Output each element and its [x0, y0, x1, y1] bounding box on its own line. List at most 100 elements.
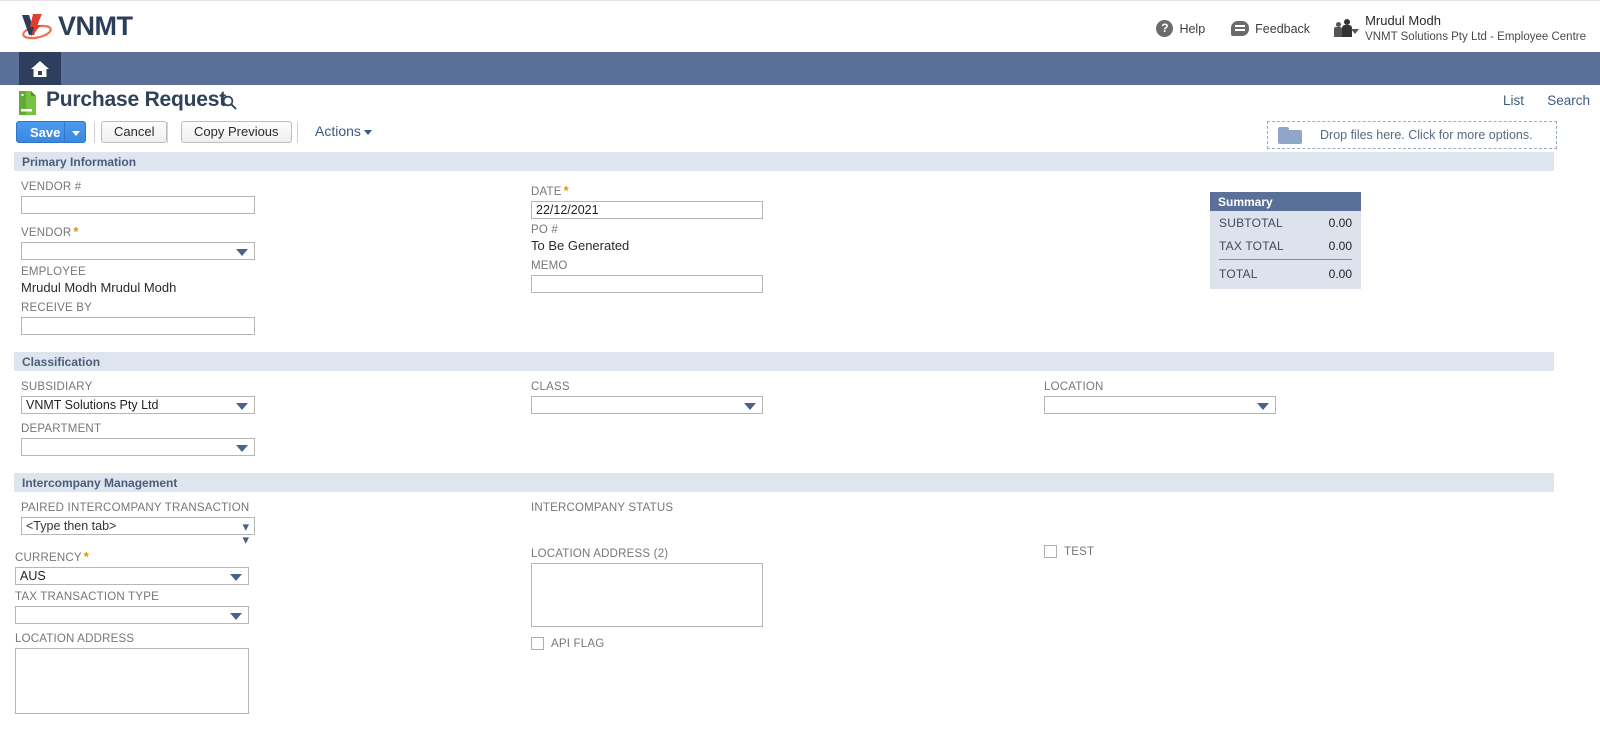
field-subsidiary: SUBSIDIARY VNMT Solutions Pty Ltd: [21, 381, 255, 414]
help-button[interactable]: ? Help: [1156, 20, 1206, 38]
subsidiary-select[interactable]: VNMT Solutions Pty Ltd: [21, 396, 255, 414]
user-menu[interactable]: Mrudul Modh VNMT Solutions Pty Ltd - Emp…: [1334, 12, 1586, 45]
test-checkbox-row[interactable]: TEST: [1044, 545, 1094, 558]
section-title: Intercompany Management: [22, 475, 178, 490]
subsidiary-label: SUBSIDIARY: [21, 381, 93, 393]
home-icon: [31, 60, 49, 77]
vnmt-logo-icon: [20, 11, 54, 41]
location-address-label: LOCATION ADDRESS: [15, 633, 135, 645]
app-logo-text: VNMT: [58, 11, 133, 41]
tax-total-label: TAX TOTAL: [1219, 239, 1284, 253]
copy-previous-button[interactable]: Copy Previous: [181, 121, 292, 143]
location-select[interactable]: [1044, 396, 1276, 414]
magnifier-icon[interactable]: [222, 95, 237, 110]
chevron-down-icon: [363, 129, 372, 135]
field-tax-transaction-type: TAX TRANSACTION TYPE: [15, 591, 249, 624]
vendor-label: VENDOR *: [21, 224, 255, 239]
api-flag-checkbox-row[interactable]: API FLAG: [531, 637, 604, 650]
vendor-select[interactable]: [21, 242, 255, 260]
cancel-button[interactable]: Cancel: [101, 121, 168, 143]
document-icon: [16, 90, 38, 116]
feedback-label: Feedback: [1255, 21, 1311, 36]
receive-by-label: RECEIVE BY: [21, 302, 93, 314]
class-label: CLASS: [531, 381, 570, 393]
receive-by-input[interactable]: [21, 317, 255, 335]
app-logo[interactable]: VNMT: [20, 11, 133, 41]
page-title: Purchase Request: [46, 88, 227, 111]
summary-row-total: TOTAL 0.00: [1210, 260, 1361, 289]
folder-icon: [1278, 126, 1302, 144]
field-location: LOCATION: [1044, 381, 1276, 414]
page-title-row: Purchase Request List Search: [0, 85, 1600, 121]
department-select[interactable]: [21, 438, 255, 456]
nav-home-tab[interactable]: [19, 52, 61, 85]
chevron-down-icon: [744, 403, 756, 410]
chevron-down-icon: [236, 249, 248, 256]
currency-label-text: CURRENCY: [15, 552, 82, 564]
memo-input[interactable]: [531, 275, 763, 293]
chevron-down-icon: [230, 613, 242, 620]
memo-label: MEMO: [531, 260, 568, 272]
feedback-button[interactable]: Feedback: [1231, 21, 1311, 37]
test-checkbox[interactable]: [1044, 545, 1057, 558]
dropzone-text: Drop files here. Click for more options.: [1320, 128, 1533, 142]
user-name: Mrudul Modh: [1365, 13, 1441, 28]
search-link[interactable]: Search: [1547, 93, 1590, 108]
top-header-bar: VNMT ? Help Feedback Mrudul Modh VNMT So…: [0, 0, 1600, 52]
user-role: VNMT Solutions Pty Ltd - Employee Centre: [1365, 30, 1586, 43]
field-paired-intercompany-transaction: PAIRED INTERCOMPANY TRANSACTION <Type th…: [21, 502, 255, 546]
field-employee: EMPLOYEE Mrudul Modh Mrudul Modh: [21, 266, 176, 295]
summary-row-subtotal: SUBTOTAL 0.00: [1210, 211, 1361, 234]
field-department: DEPARTMENT: [21, 423, 255, 456]
file-dropzone[interactable]: Drop files here. Click for more options.: [1267, 121, 1557, 149]
chevron-down-icon: [1257, 403, 1269, 410]
total-label: TOTAL: [1219, 267, 1258, 281]
api-flag-checkbox[interactable]: [531, 637, 544, 650]
section-header-intercompany-management: Intercompany Management: [14, 473, 1554, 492]
employee-label: EMPLOYEE: [21, 266, 86, 278]
location-address-2-textarea[interactable]: [531, 563, 763, 627]
field-currency: CURRENCY * AUS: [15, 549, 249, 585]
help-icon: ?: [1156, 20, 1174, 38]
currency-select-value: AUS: [20, 569, 46, 583]
field-po-number: PO # To Be Generated: [531, 224, 629, 253]
header-right-group: ? Help Feedback Mrudul Modh VNMT Solutio…: [1130, 12, 1586, 45]
location-address-textarea[interactable]: [15, 648, 249, 714]
test-label: TEST: [1064, 545, 1095, 558]
field-date: DATE * 22/12/2021: [531, 183, 763, 219]
api-flag-label: API FLAG: [551, 637, 605, 650]
users-icon: [1334, 19, 1360, 38]
intercompany-status-label: INTERCOMPANY STATUS: [531, 502, 674, 514]
date-input[interactable]: 22/12/2021: [531, 201, 763, 219]
field-vendor: VENDOR *: [21, 224, 255, 260]
main-nav-bar: [0, 52, 1600, 85]
tax-transaction-type-select[interactable]: [15, 606, 249, 624]
vendor-label-text: VENDOR: [21, 227, 72, 239]
po-number-value: To Be Generated: [531, 238, 630, 253]
chat-bubble-icon: [1231, 21, 1250, 37]
help-label: Help: [1179, 21, 1206, 36]
subsidiary-select-value: VNMT Solutions Pty Ltd: [26, 398, 159, 412]
section-title: Primary Information: [22, 154, 137, 169]
chevron-down-icon: [236, 403, 248, 410]
location-label: LOCATION: [1044, 381, 1104, 393]
chevron-down-icon: [230, 574, 242, 581]
location-address-2-label: LOCATION ADDRESS (2): [531, 548, 669, 560]
required-asterisk: *: [83, 549, 90, 564]
save-dropdown-button[interactable]: [64, 121, 86, 143]
paired-transaction-label: PAIRED INTERCOMPANY TRANSACTION: [21, 502, 250, 514]
chevron-down-icon: [1351, 29, 1360, 35]
currency-select[interactable]: AUS: [15, 567, 249, 585]
required-asterisk: *: [73, 224, 79, 239]
tax-total-value: 0.00: [1328, 239, 1352, 253]
subtotal-value: 0.00: [1328, 216, 1352, 230]
paired-transaction-select[interactable]: <Type then tab> ▾ ▾: [21, 517, 255, 546]
actions-menu[interactable]: Actions: [315, 123, 372, 139]
required-asterisk: *: [563, 183, 569, 198]
list-link[interactable]: List: [1503, 93, 1524, 108]
actions-label: Actions: [315, 123, 361, 139]
vendor-number-input[interactable]: [21, 196, 255, 214]
section-title: Classification: [22, 354, 101, 369]
class-select[interactable]: [531, 396, 763, 414]
subtotal-label: SUBTOTAL: [1219, 216, 1283, 230]
